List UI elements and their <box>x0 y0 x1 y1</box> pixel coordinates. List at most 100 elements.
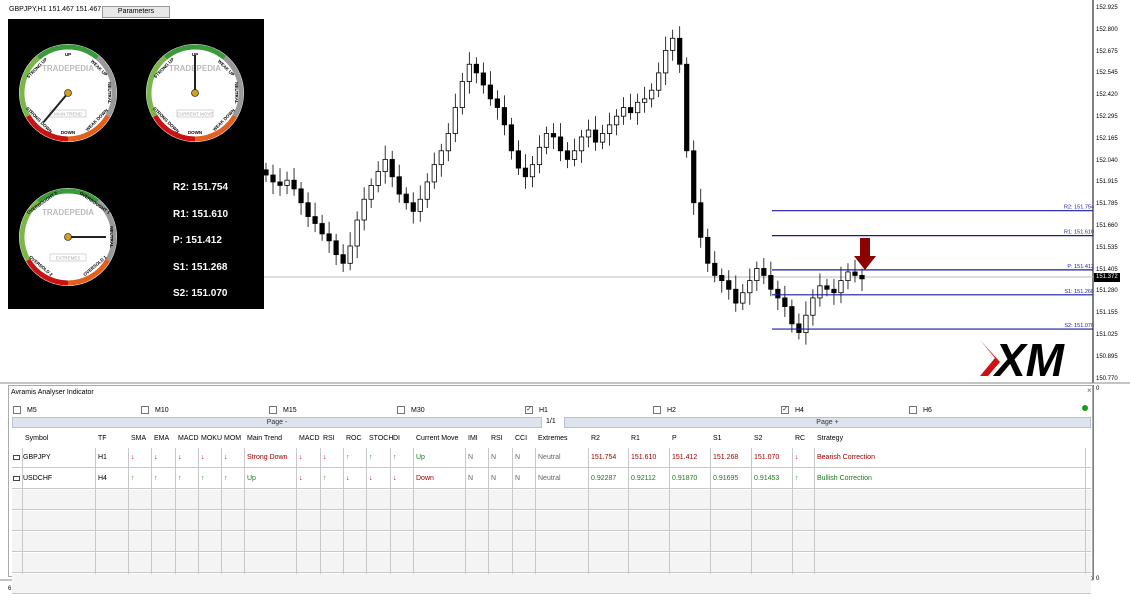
price-tick: 151.535 <box>1096 244 1118 251</box>
column-header: RSI <box>323 435 335 442</box>
candle <box>613 109 620 136</box>
candle <box>691 140 697 215</box>
price-tick: 151.405 <box>1096 266 1118 273</box>
cell-r1: 0.92112 <box>631 475 656 482</box>
timeframe-h1[interactable]: ✓ H1 <box>525 404 548 416</box>
cell-rsi2: N <box>491 454 497 461</box>
candle <box>277 168 283 196</box>
cell-strategy: Bullish Correction <box>817 475 872 482</box>
folder-icon[interactable] <box>13 454 20 460</box>
pivot-p: P: 151.412 <box>173 235 222 246</box>
timeframe-label: H4 <box>795 406 804 414</box>
candle <box>284 171 290 195</box>
checkbox-m5[interactable] <box>13 406 21 414</box>
column-header: S2 <box>754 435 763 442</box>
candle <box>571 138 578 167</box>
candle <box>347 232 353 271</box>
candle <box>761 258 767 285</box>
pivot-r1: R1: 151.610 <box>173 209 229 220</box>
checkbox-h6[interactable] <box>909 406 917 414</box>
timeframe-m30[interactable]: M30 <box>397 404 425 416</box>
column-divider <box>320 448 321 574</box>
cell-r2: 0.92287 <box>591 475 617 482</box>
price-tick: 152.800 <box>1096 26 1118 33</box>
checkbox-m15[interactable] <box>269 406 277 414</box>
cell-symbol: GBPJPY <box>13 454 51 461</box>
candle <box>606 112 613 146</box>
price-tick: 152.420 <box>1096 92 1118 99</box>
timeframe-h6[interactable]: H6 <box>909 404 932 416</box>
cell-main_trend: Up <box>247 475 256 482</box>
cell-tf: H1 <box>98 454 107 461</box>
candle <box>508 117 515 160</box>
column-divider <box>244 448 245 574</box>
column-divider <box>535 448 536 574</box>
parameters-button[interactable]: Parameters <box>102 6 170 18</box>
candle <box>585 119 592 148</box>
candle <box>599 124 606 150</box>
column-header: RSI <box>491 435 503 442</box>
down-arrow-icon: ↓ <box>393 475 397 482</box>
checkbox-h1[interactable]: ✓ <box>525 406 533 414</box>
table-row <box>12 553 1091 573</box>
down-arrow-icon: ↓ <box>299 454 303 461</box>
indicator-title: Avramis Analyser Indicator <box>11 389 94 396</box>
candle <box>824 278 830 297</box>
candle <box>670 29 676 61</box>
timeframe-h4[interactable]: ✓ H4 <box>781 404 804 416</box>
price-tick: 151.785 <box>1096 201 1118 208</box>
cell-imi: N <box>468 475 474 482</box>
timeframe-h2[interactable]: H2 <box>653 404 676 416</box>
page-next-button[interactable]: Page + <box>564 417 1091 428</box>
checkbox-h2[interactable] <box>653 406 661 414</box>
column-divider <box>512 448 513 574</box>
close-icon[interactable]: × <box>1087 386 1092 395</box>
up-arrow-icon: ↑ <box>323 475 327 482</box>
candle <box>684 57 690 158</box>
pivot-line-label-s2: S2: 151.070 <box>1064 323 1094 329</box>
timeframe-m5[interactable]: M5 <box>13 404 37 416</box>
candle <box>403 187 409 210</box>
candle <box>817 273 823 307</box>
current-move-gauge: UPSTRONG UP WEAK UPNEUTRALSTRONG DOWN WEAK… <box>146 44 244 142</box>
folder-icon[interactable] <box>13 475 20 481</box>
timeframe-label: M30 <box>411 406 425 414</box>
timeframe-m10[interactable]: M10 <box>141 404 169 416</box>
column-header: MACD <box>178 435 199 442</box>
column-header: Extremes <box>538 435 568 442</box>
cell-main_trend: Strong Down <box>247 454 288 461</box>
timeframe-label: H6 <box>923 406 932 414</box>
checkbox-h4[interactable]: ✓ <box>781 406 789 414</box>
pivot-s1: S1: 151.268 <box>173 262 228 273</box>
candle <box>782 285 788 317</box>
svg-text:NEUTRAL: NEUTRAL <box>234 82 239 104</box>
candle <box>466 52 472 94</box>
page-prev-button[interactable]: Page - <box>12 417 542 428</box>
cell-s1: 151.268 <box>713 454 739 461</box>
candle <box>494 90 500 120</box>
candle <box>431 152 437 189</box>
checkbox-m10[interactable] <box>141 406 149 414</box>
checkbox-m30[interactable] <box>397 406 405 414</box>
logo-text: XM <box>992 334 1066 386</box>
price-tick: 152.295 <box>1096 114 1118 120</box>
candle <box>740 284 746 311</box>
price-tick: 152.675 <box>1096 48 1118 55</box>
candle <box>705 228 711 272</box>
price-tick: 152.040 <box>1096 157 1118 164</box>
cell-current_move: Up <box>416 454 425 461</box>
down-arrow-icon: ↓ <box>201 454 205 461</box>
column-header: P <box>672 435 677 442</box>
cell-s1: 0.91695 <box>713 475 739 482</box>
down-arrow-icon: ↓ <box>346 475 350 482</box>
candle <box>838 266 844 304</box>
candle <box>452 93 458 143</box>
down-arrow-icon: ↓ <box>795 454 799 461</box>
candle <box>333 233 339 266</box>
timeframe-m15[interactable]: M15 <box>269 404 297 416</box>
table-row <box>12 532 1091 552</box>
candle <box>754 261 760 291</box>
svg-text:NEUTRAL: NEUTRAL <box>107 82 112 104</box>
down-arrow-icon: ↓ <box>369 475 373 482</box>
timeframe-label: M15 <box>283 406 297 414</box>
